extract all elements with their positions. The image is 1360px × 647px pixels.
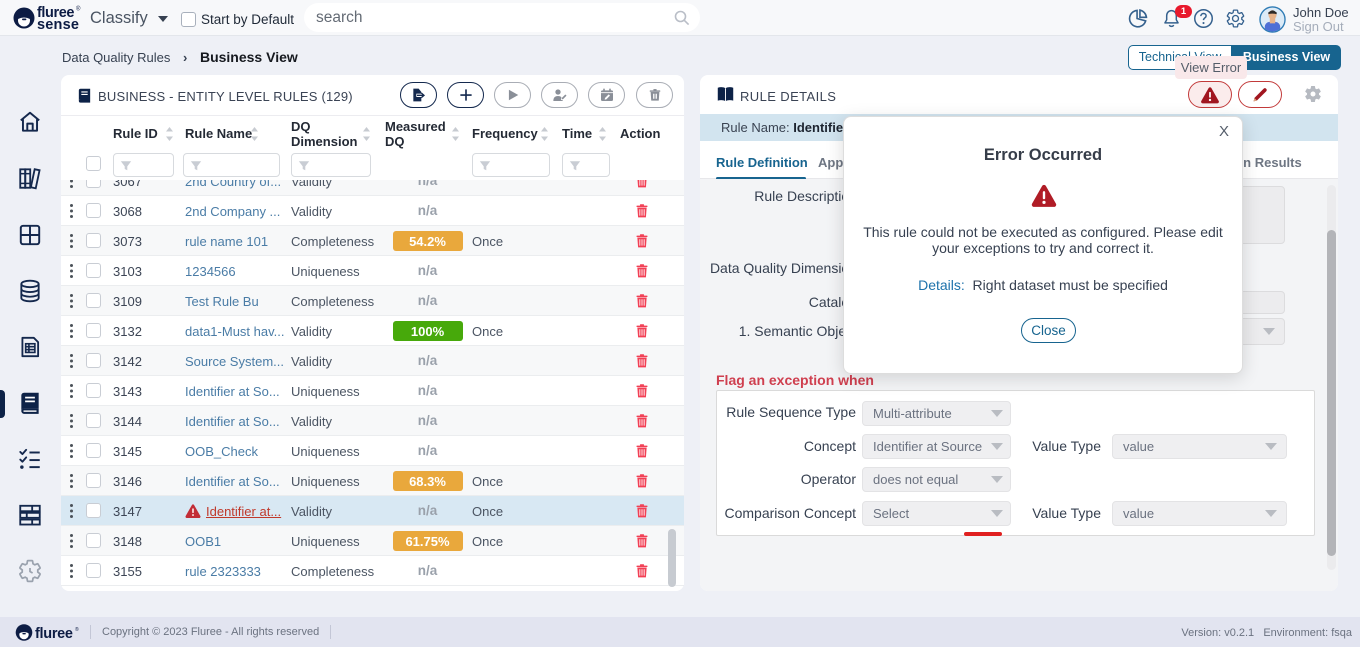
svg-text:®: ® <box>76 6 81 13</box>
svg-text:®: ® <box>75 626 79 633</box>
svg-text:sense: sense <box>37 17 79 32</box>
svg-text:fluree: fluree <box>35 626 73 642</box>
